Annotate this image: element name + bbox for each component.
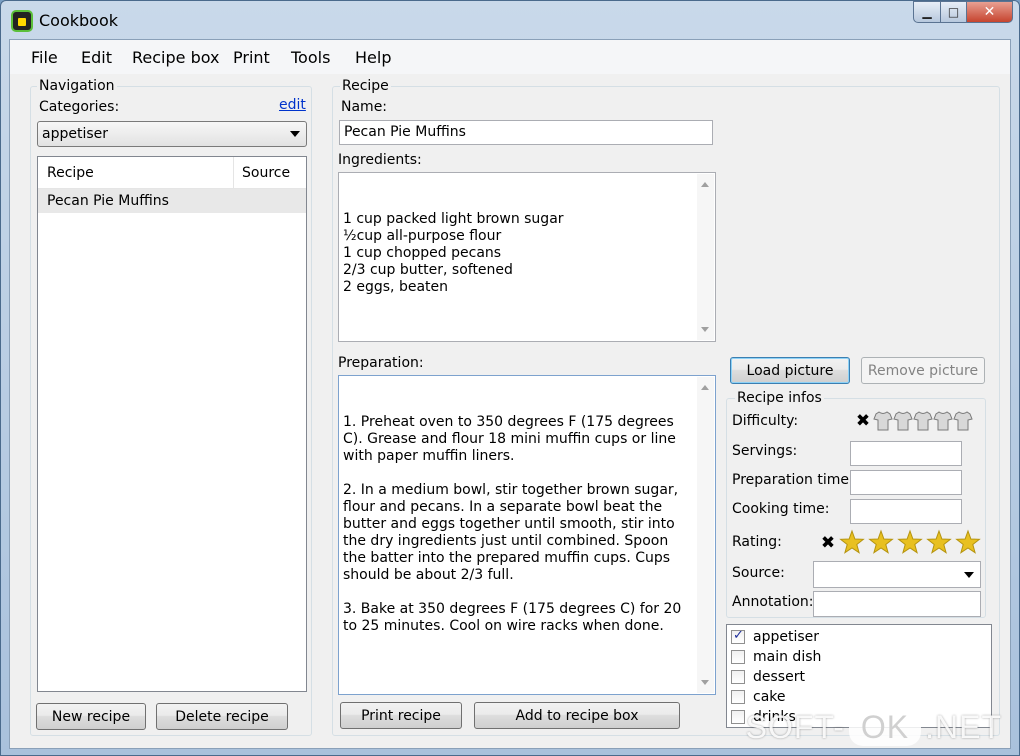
difficulty-shirts[interactable] bbox=[872, 410, 976, 432]
category-checkbox[interactable] bbox=[731, 690, 745, 704]
category-checkbox-label: cake bbox=[753, 689, 786, 705]
scroll-down-icon[interactable] bbox=[701, 680, 709, 685]
minimize-icon: ▁ bbox=[922, 5, 932, 19]
app-window: Cookbook ▁ □ ✕ File Edit Recipe box Prin… bbox=[0, 0, 1020, 756]
title-bar[interactable]: Cookbook ▁ □ ✕ bbox=[1, 1, 1019, 39]
clear-rating-icon[interactable]: ✖ bbox=[820, 533, 836, 553]
category-checkbox-label: dessert bbox=[753, 669, 805, 685]
category-checkbox[interactable] bbox=[731, 628, 745, 644]
preparation-time-input[interactable] bbox=[850, 470, 962, 495]
ingredients-scrollbar[interactable] bbox=[697, 174, 714, 340]
star-icon[interactable] bbox=[955, 529, 981, 554]
chevron-down-icon bbox=[964, 571, 974, 578]
recipe-list-header: Recipe Source bbox=[38, 157, 306, 189]
edit-categories-link[interactable]: edit bbox=[279, 97, 306, 113]
recipe-group-label: Recipe bbox=[340, 78, 391, 94]
shirt-icon[interactable] bbox=[893, 411, 913, 431]
shirt-icon[interactable] bbox=[913, 411, 933, 431]
category-checkbox[interactable] bbox=[731, 710, 745, 724]
menu-tools[interactable]: Tools bbox=[291, 48, 330, 67]
window-title: Cookbook bbox=[39, 11, 119, 30]
add-to-recipe-box-button[interactable]: Add to recipe box bbox=[474, 702, 680, 729]
close-button[interactable]: ✕ bbox=[967, 1, 1013, 23]
maximize-button[interactable]: □ bbox=[941, 1, 967, 23]
caption-buttons: ▁ □ ✕ bbox=[913, 1, 1013, 27]
difficulty-label: Difficulty: bbox=[732, 413, 799, 429]
menu-help[interactable]: Help bbox=[355, 48, 391, 67]
scroll-up-icon[interactable] bbox=[701, 385, 709, 390]
preparation-textarea[interactable]: 1. Preheat oven to 350 degrees F (175 de… bbox=[338, 375, 716, 695]
recipe-infos-group-label: Recipe infos bbox=[735, 390, 824, 406]
menu-recipe-box[interactable]: Recipe box bbox=[132, 48, 220, 67]
source-label: Source: bbox=[732, 565, 785, 581]
star-icon[interactable] bbox=[897, 529, 923, 554]
star-icon[interactable] bbox=[926, 529, 952, 554]
close-icon: ✕ bbox=[983, 4, 996, 20]
shirt-icon[interactable] bbox=[953, 411, 973, 431]
category-checklist-item[interactable]: dessert bbox=[731, 667, 805, 687]
preparation-scrollbar[interactable] bbox=[697, 377, 714, 693]
navigation-group-label: Navigation bbox=[37, 78, 117, 94]
category-checkbox[interactable] bbox=[731, 670, 745, 684]
star-icon[interactable] bbox=[839, 529, 865, 554]
scroll-up-icon[interactable] bbox=[701, 182, 709, 187]
annotation-input[interactable] bbox=[813, 591, 981, 617]
menu-edit[interactable]: Edit bbox=[81, 48, 112, 67]
menu-print[interactable]: Print bbox=[233, 48, 270, 67]
recipe-name-input[interactable]: Pecan Pie Muffins bbox=[339, 120, 713, 145]
new-recipe-button[interactable]: New recipe bbox=[36, 703, 146, 730]
minimize-button[interactable]: ▁ bbox=[913, 1, 941, 23]
category-checkbox[interactable] bbox=[731, 650, 745, 664]
client-area: File Edit Recipe box Print Tools Help Na… bbox=[9, 39, 1011, 749]
servings-input[interactable] bbox=[850, 441, 962, 466]
recipe-list[interactable]: Recipe Source Pecan Pie Muffins bbox=[37, 156, 307, 692]
category-checklist-item[interactable]: cake bbox=[731, 687, 786, 707]
column-separator[interactable] bbox=[233, 157, 234, 189]
column-recipe[interactable]: Recipe bbox=[47, 165, 94, 181]
cooking-time-label: Cooking time: bbox=[732, 501, 830, 517]
shirt-icon[interactable] bbox=[933, 411, 953, 431]
categories-label: Categories: bbox=[39, 99, 120, 115]
watermark-right: .NET bbox=[925, 709, 1002, 745]
servings-label: Servings: bbox=[732, 443, 798, 459]
watermark-left: SOFT- bbox=[745, 709, 845, 745]
annotation-label: Annotation: bbox=[732, 594, 814, 610]
difficulty-rating[interactable]: ✖ bbox=[855, 410, 976, 432]
chevron-down-icon bbox=[290, 131, 300, 137]
column-source[interactable]: Source bbox=[242, 165, 290, 181]
rating-star-row[interactable] bbox=[838, 529, 986, 557]
watermark-middle: OK bbox=[848, 709, 922, 746]
clear-difficulty-icon[interactable]: ✖ bbox=[855, 411, 871, 431]
rating-stars[interactable]: ✖ bbox=[820, 529, 986, 557]
rating-label: Rating: bbox=[732, 534, 782, 550]
ingredients-textarea[interactable]: 1 cup packed light brown sugar ½cup all-… bbox=[338, 172, 716, 342]
category-checkbox-label: main dish bbox=[753, 649, 822, 665]
preparation-time-label: Preparation time: bbox=[732, 472, 854, 488]
cooking-time-input[interactable] bbox=[850, 499, 962, 524]
shirt-icon[interactable] bbox=[873, 411, 893, 431]
menu-file[interactable]: File bbox=[31, 48, 58, 67]
category-select-value: appetiser bbox=[42, 126, 109, 142]
scroll-down-icon[interactable] bbox=[701, 327, 709, 332]
source-select[interactable] bbox=[813, 561, 981, 588]
cookbook-app-icon bbox=[11, 10, 33, 32]
star-icon[interactable] bbox=[868, 529, 894, 554]
name-label: Name: bbox=[341, 99, 388, 115]
category-checklist-item[interactable]: appetiser bbox=[731, 627, 819, 647]
category-select[interactable]: appetiser bbox=[37, 121, 307, 147]
category-checkbox-label: appetiser bbox=[753, 629, 820, 645]
ingredients-text: 1 cup packed light brown sugar ½cup all-… bbox=[343, 211, 564, 295]
category-checklist-item[interactable]: main dish bbox=[731, 647, 821, 667]
delete-recipe-button[interactable]: Delete recipe bbox=[156, 703, 288, 730]
list-item[interactable]: Pecan Pie Muffins bbox=[38, 189, 306, 213]
load-picture-button[interactable]: Load picture bbox=[730, 357, 850, 384]
preparation-text: 1. Preheat oven to 350 degrees F (175 de… bbox=[343, 414, 682, 634]
ingredients-label: Ingredients: bbox=[338, 152, 422, 168]
maximize-icon: □ bbox=[947, 5, 960, 19]
remove-picture-button[interactable]: Remove picture bbox=[861, 357, 985, 384]
preparation-label: Preparation: bbox=[338, 355, 424, 371]
menu-bar: File Edit Recipe box Print Tools Help bbox=[10, 40, 1010, 74]
site-watermark: SOFT- OK .NET bbox=[746, 709, 1002, 746]
print-recipe-button[interactable]: Print recipe bbox=[340, 702, 462, 729]
